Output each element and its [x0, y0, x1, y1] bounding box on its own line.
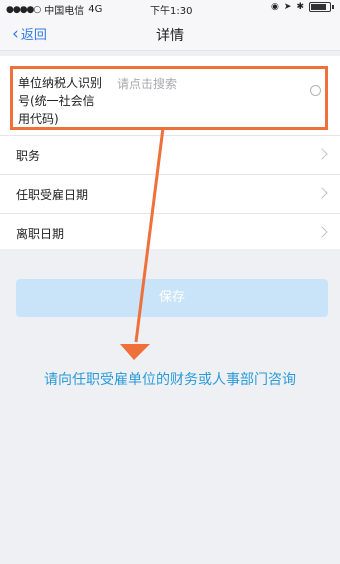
tax-id-row[interactable]: 单位纳税人识别号(统一社会信用代码): [10, 66, 328, 130]
network-type: 4G: [88, 4, 103, 15]
hint-text: 请向任职受雇单位的财务或人事部门咨询: [44, 372, 296, 388]
status-bar: ●●●●○ 中国电信 4G 下午1:30 ◉ ➤ ✱: [0, 0, 340, 17]
carrier-name: 中国电信: [44, 6, 85, 17]
row-position[interactable]: 职务: [0, 135, 340, 175]
chevron-right-icon: [316, 226, 328, 238]
status-right: ◉ ➤ ✱: [271, 2, 334, 12]
search-icon[interactable]: [310, 85, 321, 96]
detail-form: 单位纳税人识别号(统一社会信用代码) 职务 任职受雇日期 离职日期: [0, 56, 340, 249]
tax-id-label: 单位纳税人识别号(统一社会信用代码): [18, 76, 103, 126]
row-label-employment-date: 任职受雇日期: [16, 188, 89, 202]
lock-rotation-icon: ◉: [271, 2, 279, 12]
status-time: 下午1:30: [150, 6, 193, 17]
battery-tip: [332, 5, 334, 9]
row-departure-date[interactable]: 离职日期: [0, 213, 340, 253]
chevron-right-icon: [316, 187, 328, 199]
arrow-head: [120, 344, 150, 360]
page-title: 详情: [156, 28, 184, 44]
chevron-right-icon: [316, 148, 328, 160]
bluetooth-icon: ✱: [296, 2, 304, 12]
nav-bar: ‹ 返回 详情: [0, 16, 340, 51]
tax-id-search-input[interactable]: [117, 75, 297, 93]
signal-strength-icon: ●●●●○: [6, 4, 41, 15]
row-label-departure-date: 离职日期: [16, 227, 65, 241]
status-left: ●●●●○ 中国电信 4G: [6, 2, 102, 17]
row-employment-date[interactable]: 任职受雇日期: [0, 174, 340, 214]
location-icon: ➤: [283, 2, 292, 12]
row-label-position: 职务: [16, 149, 41, 163]
battery-icon: [309, 2, 331, 12]
save-button[interactable]: 保存: [16, 279, 328, 317]
